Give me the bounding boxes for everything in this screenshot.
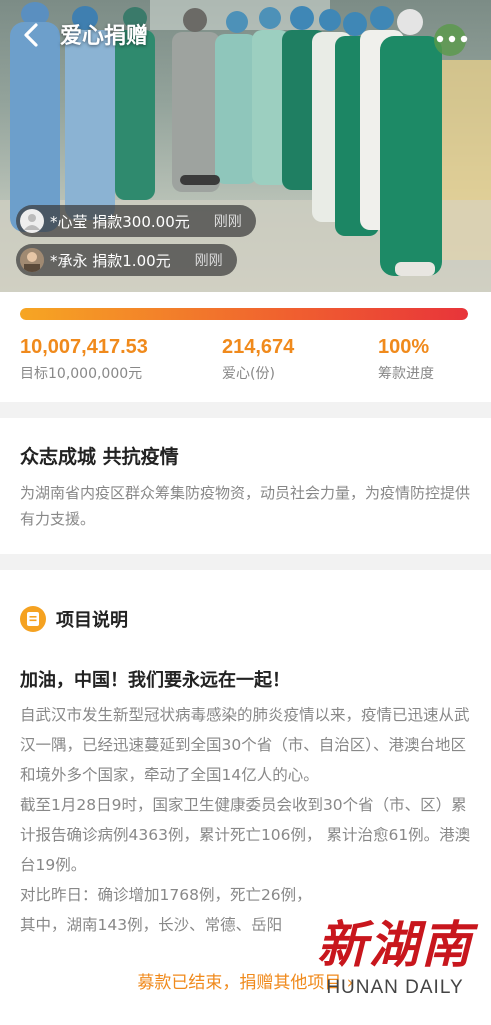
project-body: 自武汉市发生新型冠状病毒感染的肺炎疫情以来，疫情已迅速从武汉一隅，已经迅速蔓延到… [20,700,472,940]
project-headline: 加油，中国！我们要永远在一起！ [20,670,290,691]
back-button[interactable] [18,20,46,50]
progress-bar-fill [20,308,468,320]
summary-title: 众志成城 共抗疫情 [20,446,179,468]
avatar [20,209,44,233]
donor-label: 爱心(份) [222,366,275,382]
more-dots-icon [436,35,468,43]
donor-count: 214,674 [222,336,295,358]
more-button[interactable] [435,30,469,43]
body-paragraph: 截至1月28日9时，国家卫生健康委员会收到30个省（市、区）累计报告确诊病例43… [20,796,471,874]
document-icon [20,606,46,632]
chevron-left-icon [24,23,38,47]
donation-ticker-item: *心莹 捐款300.00元 刚刚 [16,205,256,237]
fundraising-stats: 10,007,417.53 目标10,000,000元 214,674 爱心(份… [0,292,491,402]
avatar [20,248,44,272]
user-photo-icon [20,248,44,272]
donation-ticker-item: *承永 捐款1.00元 刚刚 [16,244,237,276]
ticker-time: 刚刚 [213,214,242,230]
hunan-daily-watermark: 新湖南 HUNAN DAILY [317,915,473,999]
top-bar: 爱心捐赠 [0,0,491,70]
watermark-logo-text: 新湖南 [317,915,473,974]
percent-label: 筹款进度 [378,366,434,382]
percent-value: 100% [378,336,430,358]
stat-donors: 214,674 爱心(份) [222,336,294,383]
user-icon [24,214,40,230]
summary-description: 为湖南省内疫区群众筹集防疫物资，动员社会力量，为疫情防控提供有力支援。 [20,484,471,528]
stat-percent: 100% 筹款进度 [378,336,434,383]
ticker-text: *心莹 捐款300.00元 [50,212,190,231]
raised-amount: 10,007,417.53 [20,336,148,358]
page-title: 爱心捐赠 [60,24,149,49]
section-header: 项目说明 [20,606,128,632]
body-paragraph: 对比昨日：确诊增加1768例，死亡26例， [20,886,312,904]
project-summary: 众志成城 共抗疫情 为湖南省内疫区群众筹集防疫物资，动员社会力量，为疫情防控提供… [0,418,491,554]
section-title: 项目说明 [56,610,128,631]
hero-image: 爱心捐赠 *心莹 捐款300.00元 刚刚 *承永 捐款1.00元 刚刚 [0,0,491,292]
target-label: 目标10,000,000元 [20,366,143,382]
progress-bar [20,308,468,320]
body-paragraph: 自武汉市发生新型冠状病毒感染的肺炎疫情以来，疫情已迅速从武汉一隅，已经迅速蔓延到… [20,706,470,784]
ticker-text: *承永 捐款1.00元 [50,251,171,270]
ticker-time: 刚刚 [194,253,223,269]
stat-raised: 10,007,417.53 目标10,000,000元 [20,336,148,383]
watermark-english: HUNAN DAILY [326,977,464,998]
